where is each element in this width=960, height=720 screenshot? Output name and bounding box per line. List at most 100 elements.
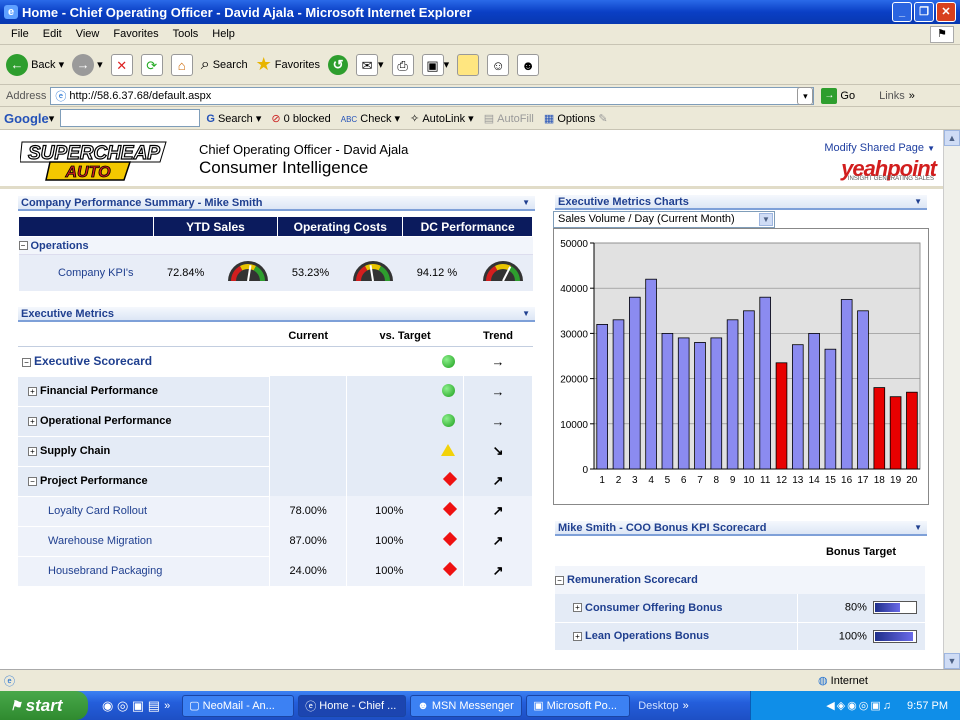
menu-view[interactable]: View — [69, 28, 107, 40]
mail-button[interactable]: ✉ ▾ — [356, 53, 384, 76]
exec-row[interactable]: + Operational Performance → — [18, 406, 533, 437]
options-label: Options — [557, 112, 596, 125]
collapse-icon[interactable]: − — [28, 476, 37, 486]
expand-icon[interactable]: + — [573, 603, 582, 613]
spell-check-button[interactable]: ABC Check ▾ — [341, 112, 400, 125]
go-button[interactable]: → Go — [821, 87, 855, 104]
refresh-button[interactable]: ⟳ — [140, 53, 163, 76]
exec-row[interactable]: Warehouse Migration 87.00% 100% ↗ — [18, 526, 533, 557]
expand-icon[interactable]: + — [28, 446, 37, 456]
history-button[interactable]: ↺ — [328, 54, 349, 75]
edit-button[interactable]: ▣ ▾ — [421, 53, 449, 76]
close-button[interactable]: ✕ — [936, 2, 956, 22]
page-subtitle: Chief Operating Officer - David Ajala — [199, 142, 409, 157]
google-search-input[interactable] — [60, 109, 201, 127]
exec-row[interactable]: − Project Performance ↗ — [18, 466, 533, 497]
panel-menu-icon[interactable]: ▼ — [914, 195, 922, 209]
window-title-bar[interactable]: e Home - Chief Operating Officer - David… — [0, 0, 960, 24]
yellow-warning-icon — [441, 444, 456, 456]
trend-arrow-icon: → — [463, 406, 533, 436]
chart-selector-dropdown[interactable]: Sales Volume / Day (Current Month) ▼ — [553, 211, 775, 228]
discuss-button[interactable] — [457, 53, 480, 76]
kpi-table: YTD Sales Operating Costs DC Performance… — [18, 216, 533, 291]
address-label: Address — [6, 89, 47, 102]
menu-favorites[interactable]: Favorites — [106, 28, 165, 40]
bonus-row[interactable]: + Lean Operations Bonus — [555, 621, 798, 650]
menu-help[interactable]: Help — [205, 28, 242, 40]
task-powerpoint[interactable]: ▣ Microsoft Po... — [526, 694, 631, 717]
bonus-row-label: Lean Operations Bonus — [585, 630, 710, 643]
links-button[interactable]: Links — [879, 90, 905, 102]
chevron-icon[interactable]: » — [683, 700, 689, 712]
bar — [743, 310, 755, 470]
chevron-icon[interactable]: » — [909, 90, 915, 102]
kpi-group-row[interactable]: − Operations — [18, 236, 533, 255]
messenger-button[interactable]: ☺ — [487, 53, 510, 76]
panel-menu-icon[interactable]: ▼ — [522, 307, 530, 321]
exec-row[interactable]: + Supply Chain ↘ — [18, 436, 533, 467]
exec-cell-target: 100% — [346, 556, 465, 586]
vertical-scrollbar[interactable]: ▲ ▼ — [943, 130, 960, 669]
clock: 9:57 PM — [907, 699, 948, 712]
collapse-icon[interactable]: − — [22, 357, 31, 367]
stop-button[interactable]: ✕ — [110, 53, 133, 76]
zone-indicator: ◍ Internet — [818, 674, 868, 688]
gauge-icon — [349, 257, 397, 288]
scroll-down-icon[interactable]: ▼ — [944, 653, 960, 669]
panel-menu-icon[interactable]: ▼ — [522, 196, 530, 210]
expand-icon[interactable]: + — [573, 631, 582, 641]
home-button[interactable]: ⌂ — [170, 53, 193, 76]
edit-icon: ▣ — [421, 53, 444, 76]
expand-icon[interactable]: + — [28, 386, 37, 396]
tray-icons[interactable]: ◀◈◉◎▣♫ — [826, 699, 893, 712]
favorites-button[interactable]: ★ Favorites — [256, 54, 320, 75]
menu-edit[interactable]: Edit — [36, 28, 69, 40]
chevron-icon[interactable]: » — [164, 700, 170, 712]
page-title: Consumer Intelligence — [199, 158, 369, 177]
collapse-icon[interactable]: − — [555, 575, 564, 585]
print-button[interactable]: ⎙ — [391, 53, 414, 76]
task-ie-home[interactable]: ⓔ Home - Chief ... — [298, 694, 407, 717]
menu-tools[interactable]: Tools — [166, 28, 206, 40]
exec-row[interactable]: Housebrand Packaging 24.00% 100% ↗ — [18, 556, 533, 587]
address-input[interactable]: ⓔ http://58.6.37.68/default.aspx — [50, 86, 815, 105]
search-button[interactable]: ⌕ Search — [201, 56, 248, 74]
bonus-row[interactable]: + Consumer Offering Bonus — [555, 594, 798, 622]
exec-cell-target: 100% — [346, 526, 465, 556]
popup-blocker[interactable]: ⊘ 0 blocked — [271, 112, 330, 125]
task-msn[interactable]: ☻ MSN Messenger — [410, 694, 523, 717]
address-dropdown-icon[interactable]: ▾ — [797, 86, 814, 105]
exec-metrics-table: Current vs. Target Trend − Executive Scor… — [18, 326, 533, 587]
bonus-group-row[interactable]: − Remuneration Scorecard — [555, 566, 925, 594]
minimize-button[interactable]: _ — [892, 2, 912, 22]
task-neomail[interactable]: ▢ NeoMail - An... — [182, 694, 295, 717]
options-button[interactable]: ▦ Options ✎ — [544, 112, 608, 125]
desktop-toolbar[interactable]: Desktop — [638, 700, 678, 712]
modify-shared-page-link[interactable]: Modify Shared Page ▼ — [824, 142, 935, 154]
expand-icon[interactable]: + — [28, 416, 37, 426]
autofill-button[interactable]: ▤ AutoFill — [484, 112, 534, 125]
google-logo[interactable]: Google — [4, 111, 49, 126]
autolink-button[interactable]: ✧ AutoLink ▾ — [410, 112, 474, 125]
menu-file[interactable]: File — [4, 28, 36, 40]
collapse-icon[interactable]: − — [18, 241, 28, 251]
maximize-button[interactable]: ❐ — [914, 2, 934, 22]
google-search-button[interactable]: G Search ▾ — [206, 112, 261, 125]
panel-menu-icon[interactable]: ▼ — [914, 521, 922, 535]
favorites-label: Favorites — [274, 58, 321, 71]
start-button[interactable]: ⚑ start — [0, 691, 88, 720]
exec-row[interactable]: Loyalty Card Rollout 78.00% 100% ↗ — [18, 496, 533, 527]
x-tick-label: 12 — [776, 475, 788, 486]
exec-row[interactable]: + Financial Performance → — [18, 376, 533, 407]
y-tick-label: 20000 — [560, 375, 588, 386]
back-button[interactable]: ← Back ▾ — [6, 53, 64, 76]
contacts-button[interactable]: ☻ — [517, 53, 540, 76]
gauge-icon — [224, 257, 272, 288]
quick-launch-icons[interactable]: ◉ ◎ ▣ ▤ — [102, 698, 160, 714]
forward-button[interactable]: → ▾ — [72, 53, 103, 76]
page-status-icon: ⓔ — [4, 675, 15, 688]
exec-row[interactable]: − Executive Scorecard → — [18, 346, 533, 377]
kpi-row-label[interactable]: Company KPI's — [19, 255, 154, 291]
scroll-up-icon[interactable]: ▲ — [944, 130, 960, 146]
chevron-down-icon: ▼ — [759, 213, 773, 226]
